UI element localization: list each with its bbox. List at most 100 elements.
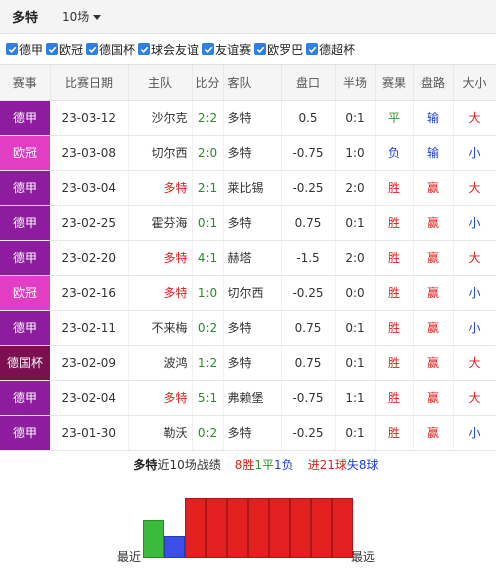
date-cell: 23-02-16	[50, 275, 129, 311]
table-row[interactable]: 德甲 23-03-12 沙尔克 2:2 多特 0.5 0:1 平输大	[0, 100, 496, 136]
team-name: 多特	[12, 11, 39, 26]
result-cell: 胜	[375, 240, 414, 276]
table-row[interactable]: 欧冠 23-03-08 切尔西 2:0 多特 -0.75 1:0 负输小	[0, 135, 496, 171]
handicap-cell: -0.25	[281, 415, 336, 451]
away-team-cell: 多特	[223, 310, 282, 346]
column-header-home: 主队	[128, 65, 193, 101]
half-score-cell: 0:1	[335, 205, 376, 241]
league-cell: 德甲	[0, 100, 50, 136]
home-team-cell: 沙尔克	[128, 100, 193, 136]
result-cell: 胜	[375, 205, 414, 241]
over-under-cell: 小	[453, 310, 496, 346]
filter-europa[interactable]: 欧罗巴	[254, 41, 303, 58]
handicap-cell: -0.75	[281, 135, 336, 171]
home-team-cell: 霍芬海	[128, 205, 193, 241]
summary-goals-for: 进21球	[307, 458, 347, 472]
checkbox-checked-icon[interactable]	[306, 43, 319, 55]
score-cell: 2:0	[192, 135, 224, 171]
handicap-cell: -0.25	[281, 275, 336, 311]
filter-supercup[interactable]: 德超杯	[306, 41, 355, 58]
handicap-result-cell: 赢	[413, 275, 454, 311]
away-team-cell: 莱比锡	[223, 170, 282, 206]
filter-friendly[interactable]: 友谊赛	[202, 41, 251, 58]
result-cell: 胜	[375, 345, 414, 381]
checkbox-checked-icon[interactable]	[86, 43, 99, 55]
table-row[interactable]: 德甲 23-02-04 多特 5:1 弗赖堡 -0.75 1:1 胜赢大	[0, 380, 496, 416]
home-team-cell: 不来梅	[128, 310, 193, 346]
table-row[interactable]: 德甲 23-02-25 霍芬海 0:1 多特 0.75 0:1 胜赢小	[0, 205, 496, 241]
checkbox-checked-icon[interactable]	[138, 43, 151, 55]
top-bar: 多特 10场	[0, 0, 496, 34]
table-row[interactable]: 德国杯 23-02-09 波鸿 1:2 多特 0.75 0:1 胜赢大	[0, 345, 496, 381]
over-under-cell: 大	[453, 345, 496, 381]
table-row[interactable]: 欧冠 23-02-16 多特 1:0 切尔西 -0.25 0:0 胜赢小	[0, 275, 496, 311]
half-score-cell: 1:0	[335, 135, 376, 171]
column-header-result: 赛果	[375, 65, 414, 101]
filter-label: 友谊赛	[215, 42, 252, 57]
match-history-table: 赛事 比赛日期 主队 比分 客队 盘口 半场 赛果 盘路 大小 德甲 23-03-…	[0, 65, 496, 451]
away-team-cell: 多特	[223, 415, 282, 451]
handicap-cell: -0.75	[281, 380, 336, 416]
handicap-cell: 0.5	[281, 100, 336, 136]
score-cell: 2:2	[192, 100, 224, 136]
date-cell: 23-02-25	[50, 205, 129, 241]
match-count-value: 10场	[62, 10, 90, 24]
handicap-cell: -1.5	[281, 240, 336, 276]
over-under-cell: 小	[453, 415, 496, 451]
column-header-league: 赛事	[0, 65, 51, 101]
handicap-result-cell: 赢	[413, 205, 454, 241]
half-score-cell: 2:0	[335, 240, 376, 276]
match-count-dropdown[interactable]: 10场	[62, 8, 102, 25]
half-score-cell: 0:0	[335, 275, 376, 311]
table-row[interactable]: 德甲 23-02-20 多特 4:1 赫塔 -1.5 2:0 胜赢大	[0, 240, 496, 276]
away-team-cell: 多特	[223, 345, 282, 381]
half-score-cell: 2:0	[335, 170, 376, 206]
over-under-cell: 大	[453, 380, 496, 416]
filter-bundesliga[interactable]: 德甲	[6, 41, 43, 58]
summary-team: 多特	[133, 458, 158, 472]
result-cell: 胜	[375, 380, 414, 416]
column-header-ou: 大小	[453, 65, 496, 101]
home-team-cell: 多特	[128, 275, 193, 311]
score-cell: 0:2	[192, 310, 224, 346]
table-row[interactable]: 德甲 23-01-30 勒沃 0:2 多特 -0.25 0:1 胜赢小	[0, 415, 496, 451]
result-cell: 负	[375, 135, 414, 171]
result-cell: 胜	[375, 415, 414, 451]
date-cell: 23-02-04	[50, 380, 129, 416]
table-row[interactable]: 德甲 23-02-11 不来梅 0:2 多特 0.75 0:1 胜赢小	[0, 310, 496, 346]
checkbox-checked-icon[interactable]	[6, 43, 18, 55]
handicap-result-cell: 赢	[413, 310, 454, 346]
checkbox-checked-icon[interactable]	[46, 43, 59, 55]
filter-ucl[interactable]: 欧冠	[46, 41, 83, 58]
over-under-cell: 大	[453, 100, 496, 136]
handicap-result-cell: 输	[413, 100, 454, 136]
date-cell: 23-03-04	[50, 170, 129, 206]
league-cell: 德甲	[0, 240, 50, 276]
trend-label-left: 最近	[117, 549, 142, 564]
handicap-result-cell: 赢	[413, 240, 454, 276]
away-team-cell: 多特	[223, 205, 282, 241]
away-team-cell: 多特	[223, 100, 282, 136]
trend-bar-win	[206, 497, 227, 558]
trend-bar-win	[311, 497, 332, 558]
away-team-cell: 赫塔	[223, 240, 282, 276]
date-cell: 23-02-09	[50, 345, 129, 381]
column-header-handicap: 盘口	[281, 65, 336, 101]
score-cell: 2:1	[192, 170, 224, 206]
checkbox-checked-icon[interactable]	[254, 43, 267, 55]
trend-bar-win	[332, 497, 353, 558]
league-cell: 欧冠	[0, 275, 50, 311]
filter-dfb-pokal[interactable]: 德国杯	[86, 41, 135, 58]
filter-label: 德国杯	[99, 42, 136, 57]
filter-club-friendly[interactable]: 球会友谊	[138, 41, 199, 58]
handicap-result-cell: 赢	[413, 380, 454, 416]
league-cell: 德甲	[0, 415, 50, 451]
filter-label: 球会友谊	[151, 42, 200, 57]
over-under-cell: 小	[453, 275, 496, 311]
league-cell: 德甲	[0, 170, 50, 206]
league-cell: 德甲	[0, 205, 50, 241]
checkbox-checked-icon[interactable]	[202, 43, 215, 55]
filter-label: 德超杯	[319, 42, 356, 57]
date-cell: 23-02-11	[50, 310, 129, 346]
table-row[interactable]: 德甲 23-03-04 多特 2:1 莱比锡 -0.25 2:0 胜赢大	[0, 170, 496, 206]
